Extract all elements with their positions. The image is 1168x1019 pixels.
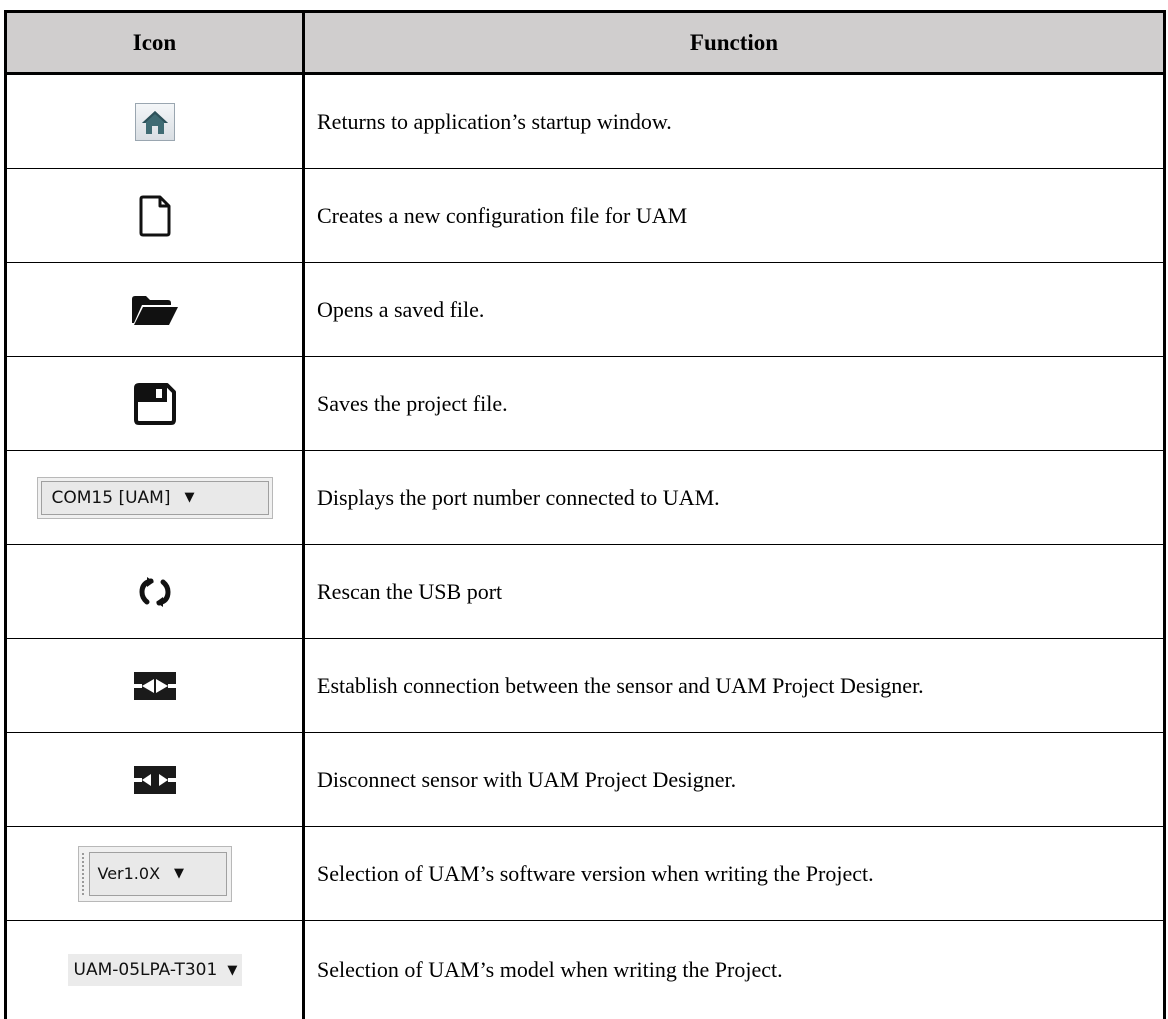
icon-cell xyxy=(7,169,305,262)
chevron-down-icon: ▼ xyxy=(184,490,195,505)
icon-cell xyxy=(7,733,305,826)
icon-cell xyxy=(7,357,305,450)
icon-cell: COM15 [UAM] ▼ xyxy=(7,451,305,544)
function-text: Creates a new configuration file for UAM xyxy=(317,202,688,228)
refresh-icon[interactable] xyxy=(137,576,173,608)
port-dropdown[interactable]: COM15 [UAM] ▼ xyxy=(36,476,273,519)
header-icon: Icon xyxy=(7,13,305,72)
icon-cell: Ver1.0X ▼ xyxy=(7,827,305,920)
function-text: Rescan the USB port xyxy=(317,578,503,604)
function-text: Establish connection between the sensor … xyxy=(317,672,924,698)
icon-cell xyxy=(7,263,305,356)
function-text: Selection of UAM’s model when writing th… xyxy=(317,957,783,982)
function-text: Saves the project file. xyxy=(317,390,508,416)
chevron-down-icon: ▼ xyxy=(174,866,185,881)
table-row: Creates a new configuration file for UAM xyxy=(7,169,1163,263)
toolbar-grip xyxy=(81,852,86,895)
table-row: Disconnect sensor with UAM Project Desig… xyxy=(7,733,1163,827)
header-function: Function xyxy=(689,29,779,55)
table-row: Rescan the USB port xyxy=(7,545,1163,639)
function-text: Opens a saved file. xyxy=(317,296,485,322)
function-text: Returns to application’s startup window. xyxy=(317,108,672,134)
icon-cell xyxy=(7,75,305,168)
version-dropdown[interactable]: Ver1.0X ▼ xyxy=(77,845,232,902)
connect-icon[interactable] xyxy=(133,671,176,700)
chevron-down-icon: ▼ xyxy=(227,962,238,978)
icon-cell xyxy=(7,639,305,732)
table-row: COM15 [UAM] ▼ Displays the port number c… xyxy=(7,451,1163,545)
table-row: Returns to application’s startup window. xyxy=(7,75,1163,169)
table-row: UAM-05LPA-T301 ▼ Selection of UAM’s mode… xyxy=(7,921,1163,1019)
folder-open-icon[interactable] xyxy=(130,293,180,327)
function-text: Selection of UAM’s software version when… xyxy=(317,860,874,886)
port-dropdown-value: COM15 [UAM] xyxy=(51,487,171,508)
home-icon xyxy=(141,110,168,134)
new-file-icon[interactable] xyxy=(138,194,172,238)
table-row: Establish connection between the sensor … xyxy=(7,639,1163,733)
icon-function-table: Icon Function Returns to application’s s… xyxy=(4,10,1166,1019)
table-row: Saves the project file. xyxy=(7,357,1163,451)
table-row: Opens a saved file. xyxy=(7,263,1163,357)
function-text: Disconnect sensor with UAM Project Desig… xyxy=(317,766,737,792)
home-button[interactable] xyxy=(134,102,175,141)
model-dropdown[interactable]: UAM-05LPA-T301 ▼ xyxy=(67,954,242,986)
table-row: Ver1.0X ▼ Selection of UAM’s software ve… xyxy=(7,827,1163,921)
function-text: Displays the port number connected to UA… xyxy=(317,484,720,510)
model-dropdown-value: UAM-05LPA-T301 xyxy=(73,960,218,980)
table-header: Icon Function xyxy=(7,13,1163,75)
icon-cell xyxy=(7,545,305,638)
disconnect-icon[interactable] xyxy=(133,765,176,794)
icon-cell: UAM-05LPA-T301 ▼ xyxy=(7,921,305,1019)
version-dropdown-value: Ver1.0X xyxy=(97,864,161,883)
save-icon[interactable] xyxy=(133,382,177,426)
